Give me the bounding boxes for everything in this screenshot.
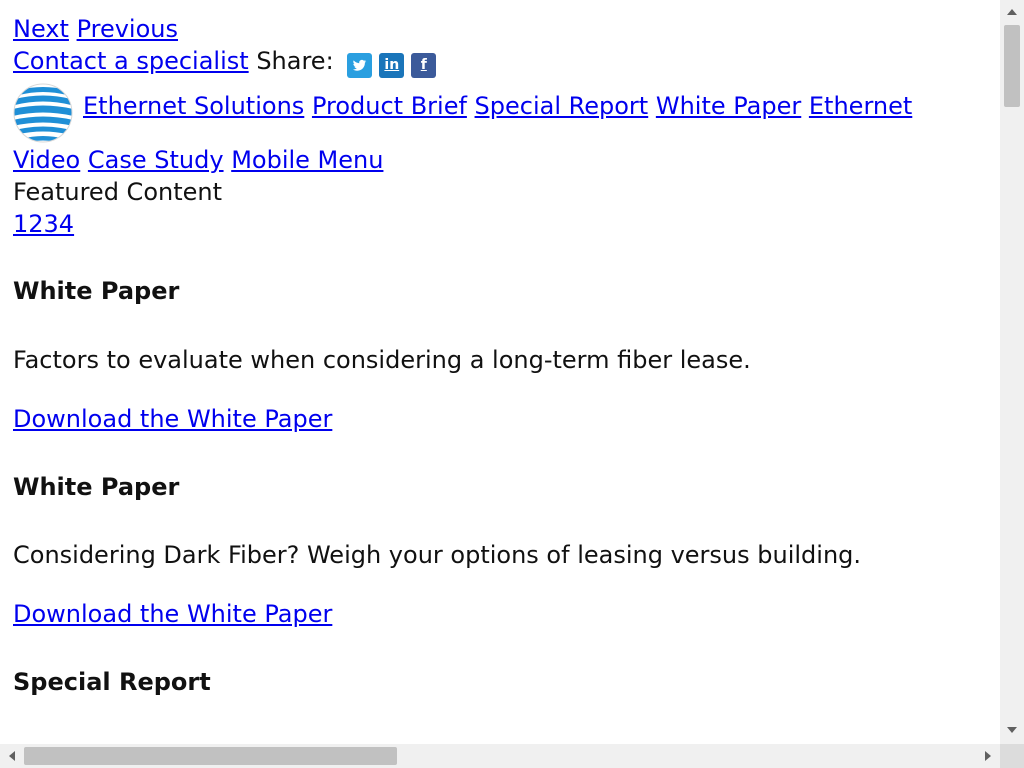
pager-nav: Next Previous [13,13,988,45]
scroll-up-arrow-icon[interactable] [1007,9,1017,15]
horizontal-scroll-thumb[interactable] [24,747,397,765]
browser-viewport: Next Previous Contact a specialist Share… [0,0,1000,744]
article-type: White Paper [13,473,180,502]
menu-item-special-report[interactable]: Special Report [475,92,649,120]
article-1: White Paper Factors to evaluate when con… [13,275,988,435]
share-label: Share: [256,47,334,75]
scroll-down-arrow-icon[interactable] [1007,727,1017,733]
article-2: White Paper Considering Dark Fiber? Weig… [13,471,988,630]
main-menu: Ethernet Solutions Product Brief Special… [13,82,988,176]
featured-pager[interactable]: 1234 [13,210,74,238]
scrollbar-corner [1000,744,1024,768]
article-type: White Paper [13,277,180,306]
share-icons: in f [347,46,443,79]
contact-specialist-link[interactable]: Contact a specialist [13,47,249,75]
vertical-scrollbar[interactable] [1000,0,1024,744]
previous-link[interactable]: Previous [77,15,178,43]
article-type: Special Report [13,668,211,697]
scroll-right-arrow-icon[interactable] [985,751,991,761]
featured-content-label: Featured Content [13,178,223,207]
menu-item-video[interactable]: Video [13,146,80,174]
vertical-scroll-thumb[interactable] [1004,25,1020,107]
menu-item-ethernet[interactable]: Ethernet [809,92,912,120]
horizontal-scrollbar[interactable] [0,744,1000,768]
menu-item-ethernet-solutions[interactable]: Ethernet Solutions [83,92,304,120]
contact-share-row: Contact a specialist Share: in f [13,45,988,79]
article-summary: Considering Dark Fiber? Weigh your optio… [13,541,862,570]
download-white-paper-link[interactable]: Download the White Paper [13,405,332,433]
menu-item-mobile-menu[interactable]: Mobile Menu [231,146,383,174]
facebook-glyph: f [420,57,427,74]
menu-item-product-brief[interactable]: Product Brief [312,92,467,120]
facebook-icon[interactable]: f [411,53,437,79]
scroll-left-arrow-icon[interactable] [9,751,15,761]
download-white-paper-link[interactable]: Download the White Paper [13,600,332,628]
linkedin-icon[interactable]: in [379,53,405,79]
next-link[interactable]: Next [13,15,69,43]
menu-item-white-paper[interactable]: White Paper [656,92,801,120]
page-content: Next Previous Contact a specialist Share… [13,13,988,698]
article-summary: Factors to evaluate when considering a l… [13,346,751,375]
twitter-icon[interactable] [347,53,373,79]
menu-item-case-study[interactable]: Case Study [88,146,224,174]
linkedin-glyph: in [384,57,400,74]
att-globe-logo[interactable] [13,82,73,144]
article-3: Special Report [13,666,988,698]
